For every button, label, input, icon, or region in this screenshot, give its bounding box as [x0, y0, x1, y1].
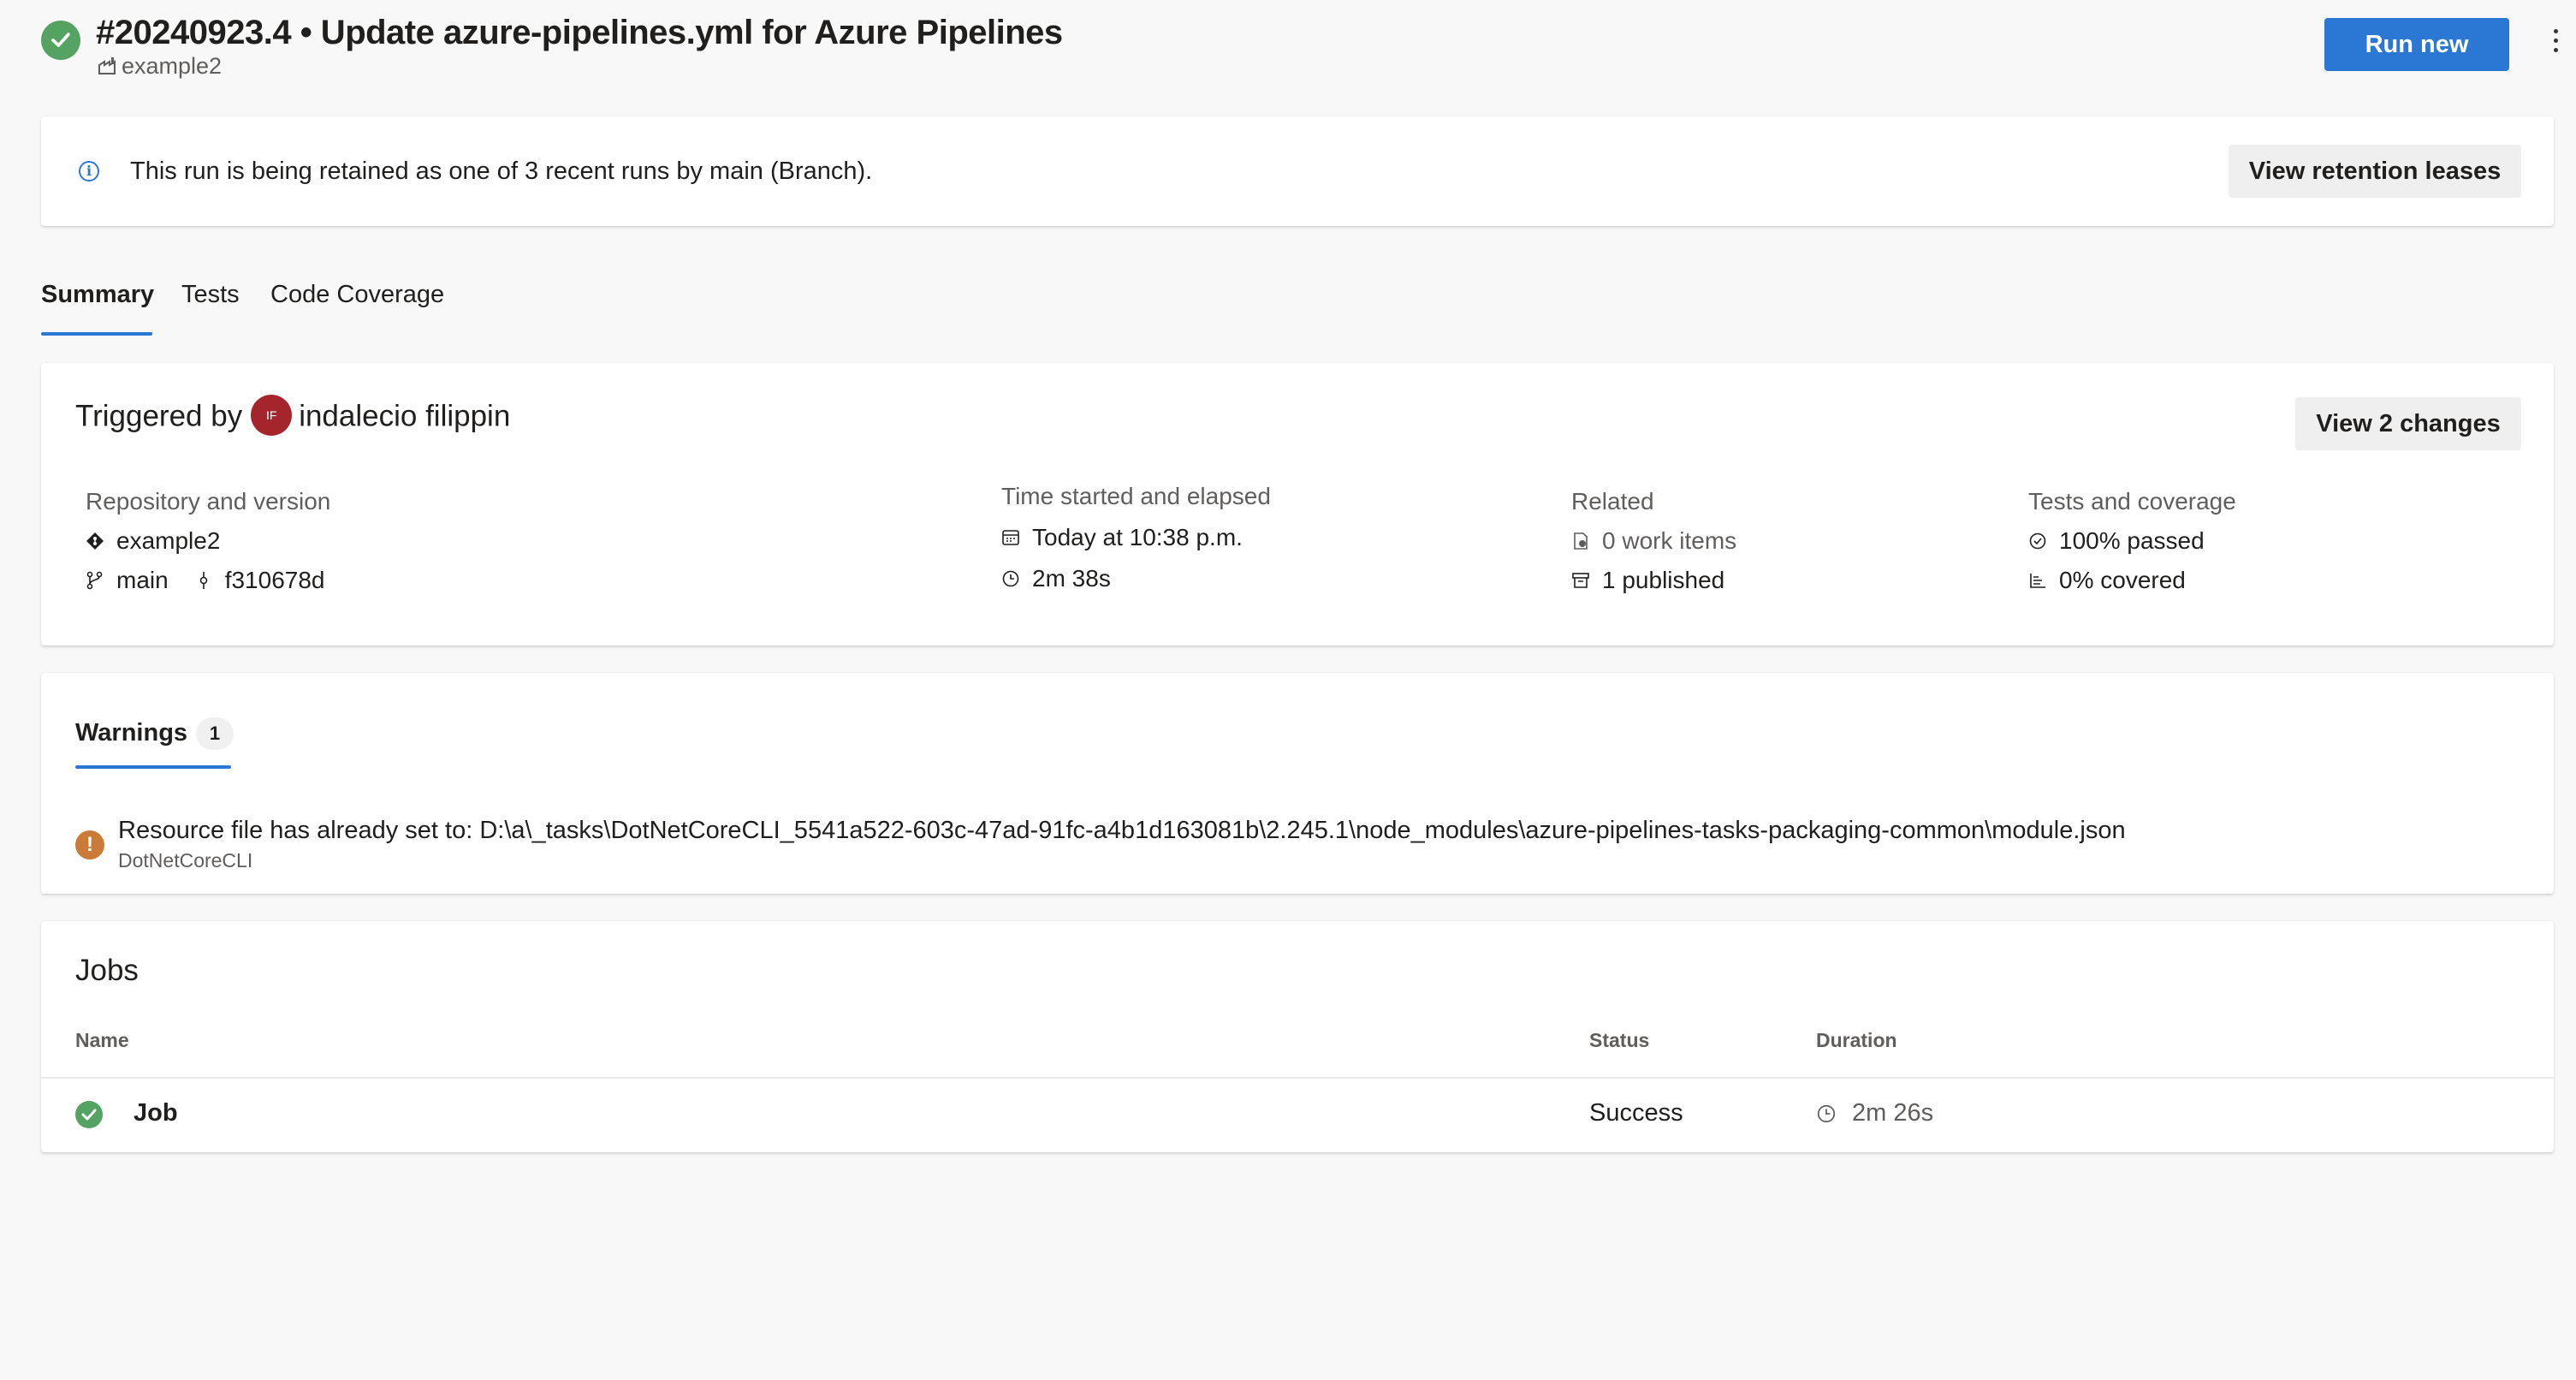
pipeline-icon [98, 55, 118, 74]
pipeline-name[interactable]: example2 [122, 53, 222, 79]
job-name[interactable]: Job [134, 1099, 178, 1127]
coverage-link[interactable]: 0% covered [2059, 567, 2186, 594]
page-title: #20240923.4 • Update azure-pipelines.yml… [96, 14, 1063, 51]
start-time: Today at 10:38 p.m. [1032, 524, 1243, 550]
success-status-icon [41, 21, 80, 60]
warnings-tab-indicator [75, 765, 231, 769]
tab-summary[interactable]: Summary [41, 281, 154, 309]
commit-id[interactable]: f310678d [225, 567, 325, 594]
related-section: Related 0 work items 1 published [1571, 488, 1736, 594]
triggered-by-label: Triggered by [75, 399, 243, 433]
info-icon: i [79, 161, 99, 181]
branch-name[interactable]: main [116, 567, 169, 594]
column-header-status: Status [1589, 1029, 1650, 1051]
calendar-icon [1001, 528, 1020, 547]
published-artifacts-link[interactable]: 1 published [1602, 567, 1724, 594]
column-header-duration: Duration [1816, 1029, 1897, 1051]
elapsed-time: 2m 38s [1032, 565, 1111, 592]
tests-label: Tests and coverage [2028, 488, 2236, 515]
pipeline-run-page: #20240923.4 • Update azure-pipelines.yml… [0, 0, 2576, 1380]
job-status: Success [1589, 1099, 1683, 1127]
tests-section: Tests and coverage 100% passed 0% covere… [2028, 488, 2236, 594]
warning-icon: ! [75, 830, 104, 860]
related-label: Related [1571, 488, 1654, 515]
summary-card: Triggered by IF indalecio filippin View 2 … [41, 363, 2554, 645]
more-actions-icon[interactable] [2537, 24, 2574, 65]
tab-tests[interactable]: Tests [181, 281, 240, 309]
tab-code-coverage[interactable]: Code Coverage [270, 281, 444, 309]
warnings-label: Warnings [75, 719, 188, 747]
retention-message: This run is being retained as one of 3 r… [130, 158, 873, 185]
work-items-link[interactable]: 0 work items [1602, 527, 1736, 555]
triggered-by: Triggered by IF indalecio filippin [75, 395, 510, 438]
warning-message[interactable]: Resource file has already set to: D:\a\_… [118, 817, 2126, 845]
view-changes-button[interactable]: View 2 changes [2295, 397, 2521, 450]
view-retention-leases-button[interactable]: View retention leases [2229, 145, 2521, 198]
clock-icon [1816, 1103, 1837, 1124]
time-section: Time started and elapsed Today at 10:38 … [1001, 483, 1271, 592]
time-label: Time started and elapsed [1001, 483, 1271, 509]
tab-warnings[interactable]: Warnings 1 [75, 717, 234, 750]
repository-label: Repository and version [86, 488, 331, 515]
work-items-icon [1571, 532, 1590, 550]
warnings-card: Warnings 1 ! Resource file has already se… [41, 673, 2554, 894]
clock-icon [1001, 569, 1020, 588]
jobs-title: Jobs [75, 954, 139, 987]
warning-source: DotNetCoreCLI [118, 849, 253, 871]
git-repo-icon [86, 532, 104, 550]
pipeline-link[interactable]: example2 [98, 53, 222, 80]
repository-section: Repository and version example2 main f31… [86, 488, 330, 594]
run-new-button[interactable]: Run new [2324, 18, 2509, 71]
artifact-icon [1571, 571, 1590, 590]
repository-name[interactable]: example2 [116, 527, 220, 555]
job-duration: 2m 26s [1816, 1099, 1933, 1127]
warnings-count-badge: 1 [196, 717, 234, 750]
coverage-icon [2028, 571, 2047, 590]
avatar: IF [251, 395, 293, 436]
commit-icon [194, 571, 213, 590]
jobs-card: Jobs Name Status Duration Job Success 2m… [41, 921, 2554, 1152]
user-name[interactable]: indalecio filippin [299, 399, 510, 432]
tests-passed-link[interactable]: 100% passed [2059, 527, 2205, 555]
tests-passed-icon [2028, 532, 2047, 550]
job-duration-value: 2m 26s [1852, 1099, 1934, 1127]
job-success-icon [75, 1101, 103, 1128]
run-header: #20240923.4 • Update azure-pipelines.yml… [41, 12, 2558, 89]
retention-banner: i This run is being retained as one of 3… [41, 116, 2554, 226]
column-header-name: Name [75, 1029, 129, 1051]
table-row[interactable]: Job Success 2m 26s [41, 1079, 2554, 1152]
selected-tab-indicator [41, 332, 152, 336]
branch-icon [86, 571, 104, 590]
